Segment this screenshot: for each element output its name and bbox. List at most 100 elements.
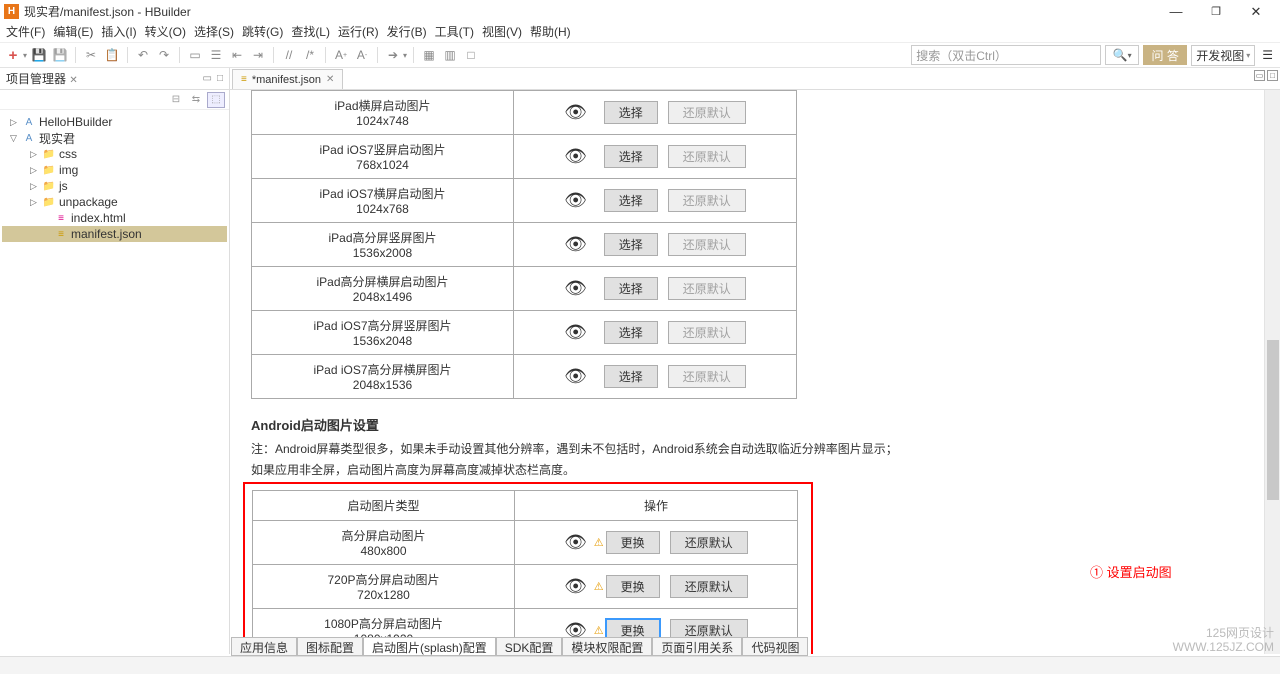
tree-item[interactable]: ▷📁css: [2, 146, 227, 162]
new-icon[interactable]: +: [4, 46, 22, 64]
restore-button[interactable]: 还原默认: [670, 575, 748, 598]
menu-item[interactable]: 跳转(G): [240, 23, 285, 42]
indent-left-icon[interactable]: ⇤: [228, 46, 246, 64]
select-button[interactable]: 选择: [604, 277, 658, 300]
minimize-button[interactable]: —: [1156, 4, 1196, 19]
splash-action-cell: 👁 选择 还原默认: [514, 223, 797, 267]
menu-item[interactable]: 帮助(H): [528, 23, 573, 42]
close-button[interactable]: ✕: [1236, 4, 1276, 20]
paste-icon[interactable]: 📋: [103, 46, 121, 64]
box2-icon[interactable]: ☰: [207, 46, 225, 64]
menu-item[interactable]: 查找(L): [289, 23, 332, 42]
menu-item[interactable]: 转义(O): [143, 23, 188, 42]
fontdec-icon[interactable]: A-: [353, 46, 371, 64]
tree-arrow-icon[interactable]: ▷: [30, 165, 42, 176]
sidebar-minimize-icon[interactable]: ▭: [203, 73, 212, 84]
save-all-icon[interactable]: 💾: [51, 46, 69, 64]
arrow-dropdown[interactable]: ▾: [403, 51, 407, 60]
view-mode-select[interactable]: 开发视图 ▾: [1191, 45, 1255, 66]
editor-minimize-icon[interactable]: ▭: [1254, 70, 1265, 81]
menu-item[interactable]: 插入(I): [99, 23, 138, 42]
menu-item[interactable]: 文件(F): [4, 23, 47, 42]
eye-icon[interactable]: 👁: [564, 532, 587, 553]
menu-item[interactable]: 发行(B): [385, 23, 429, 42]
tree-item[interactable]: ≡manifest.json: [2, 226, 227, 242]
table-header-operate: 操作: [515, 491, 798, 521]
indent-right-icon[interactable]: ⇥: [249, 46, 267, 64]
bottom-tab[interactable]: 启动图片(splash)配置: [363, 637, 496, 656]
eye-icon[interactable]: 👁: [564, 576, 587, 597]
tree-item[interactable]: ▽A现实君: [2, 130, 227, 146]
bottom-tab[interactable]: 图标配置: [297, 637, 363, 656]
bottom-tab[interactable]: 模块权限配置: [562, 637, 652, 656]
status-bar: [0, 656, 1280, 674]
search-input[interactable]: 搜索（双击Ctrl）: [911, 45, 1101, 65]
fontinc-icon[interactable]: A+: [332, 46, 350, 64]
ask-button[interactable]: 问 答: [1143, 45, 1187, 65]
layout3-icon[interactable]: □: [462, 46, 480, 64]
editor-maximize-icon[interactable]: □: [1267, 70, 1278, 81]
eye-icon[interactable]: 👁: [564, 190, 587, 211]
redo-icon[interactable]: ↷: [155, 46, 173, 64]
replace-button[interactable]: 更换: [606, 575, 660, 598]
scrollbar-thumb[interactable]: [1267, 340, 1279, 500]
tree-arrow-icon[interactable]: ▽: [10, 133, 22, 144]
undo-icon[interactable]: ↶: [134, 46, 152, 64]
select-button[interactable]: 选择: [604, 233, 658, 256]
tree-arrow-icon[interactable]: ▷: [30, 197, 42, 208]
layout2-icon[interactable]: ▥: [441, 46, 459, 64]
select-button[interactable]: 选择: [604, 321, 658, 344]
tree-arrow-icon[interactable]: ▷: [30, 149, 42, 160]
splash-action-cell: 👁 选择 还原默认: [514, 355, 797, 399]
select-button[interactable]: 选择: [604, 101, 658, 124]
comment2-icon[interactable]: /*: [301, 46, 319, 64]
menu-item[interactable]: 工具(T): [433, 23, 476, 42]
eye-icon[interactable]: 👁: [564, 102, 587, 123]
save-icon[interactable]: 💾: [30, 46, 48, 64]
box1-icon[interactable]: ▭: [186, 46, 204, 64]
sidebar: 项目管理器 ✕ ▭ □ ⊟ ⇆ ⬚ ▷AHelloHBuilder▽A现实君▷📁…: [0, 68, 230, 654]
menu-item[interactable]: 编辑(E): [51, 23, 95, 42]
eye-icon[interactable]: 👁: [564, 322, 587, 343]
project-tree[interactable]: ▷AHelloHBuilder▽A现实君▷📁css▷📁img▷📁js▷📁unpa…: [0, 110, 229, 246]
new-dropdown[interactable]: ▾: [23, 51, 27, 60]
eye-icon[interactable]: 👁: [564, 278, 587, 299]
menu-item[interactable]: 选择(S): [192, 23, 236, 42]
bottom-tab[interactable]: SDK配置: [496, 637, 563, 656]
link-editor-icon[interactable]: ⇆: [187, 92, 205, 108]
tree-item[interactable]: ▷📁js: [2, 178, 227, 194]
eye-icon[interactable]: 👁: [564, 366, 587, 387]
tree-arrow-icon[interactable]: ▷: [10, 117, 22, 128]
collapse-all-icon[interactable]: ⊟: [167, 92, 185, 108]
splash-action-cell: 👁 选择 还原默认: [514, 179, 797, 223]
maximize-button[interactable]: ❐: [1196, 5, 1236, 18]
eye-icon[interactable]: 👁: [564, 146, 587, 167]
menu-item[interactable]: 视图(V): [480, 23, 524, 42]
bottom-tab[interactable]: 页面引用关系: [652, 637, 742, 656]
search-button[interactable]: 🔍 ▾: [1105, 45, 1139, 65]
sidebar-toolbar-icon[interactable]: □: [217, 73, 223, 84]
tree-arrow-icon[interactable]: ▷: [30, 181, 42, 192]
tree-item[interactable]: ▷📁unpackage: [2, 194, 227, 210]
tree-item[interactable]: ≡index.html: [2, 210, 227, 226]
arrow-right-icon[interactable]: ➔: [384, 46, 402, 64]
bottom-tab[interactable]: 代码视图: [742, 637, 808, 656]
layout1-icon[interactable]: ▦: [420, 46, 438, 64]
select-button[interactable]: 选择: [604, 365, 658, 388]
select-button[interactable]: 选择: [604, 189, 658, 212]
vertical-scrollbar[interactable]: [1264, 90, 1280, 654]
replace-button[interactable]: 更换: [606, 531, 660, 554]
tree-item[interactable]: ▷📁img: [2, 162, 227, 178]
restore-button[interactable]: 还原默认: [670, 531, 748, 554]
more-icon[interactable]: ☰: [1259, 48, 1276, 62]
select-button[interactable]: 选择: [604, 145, 658, 168]
eye-icon[interactable]: 👁: [564, 234, 587, 255]
bottom-tab[interactable]: 应用信息: [231, 637, 297, 656]
tree-item[interactable]: ▷AHelloHBuilder: [2, 114, 227, 130]
tab-close-icon[interactable]: ✕: [326, 74, 334, 85]
editor-tab-manifest[interactable]: ≡ *manifest.json ✕: [232, 69, 343, 89]
menu-item[interactable]: 运行(R): [336, 23, 381, 42]
comment-icon[interactable]: //: [280, 46, 298, 64]
filter-icon[interactable]: ⬚: [207, 92, 225, 108]
cut-icon[interactable]: ✂: [82, 46, 100, 64]
